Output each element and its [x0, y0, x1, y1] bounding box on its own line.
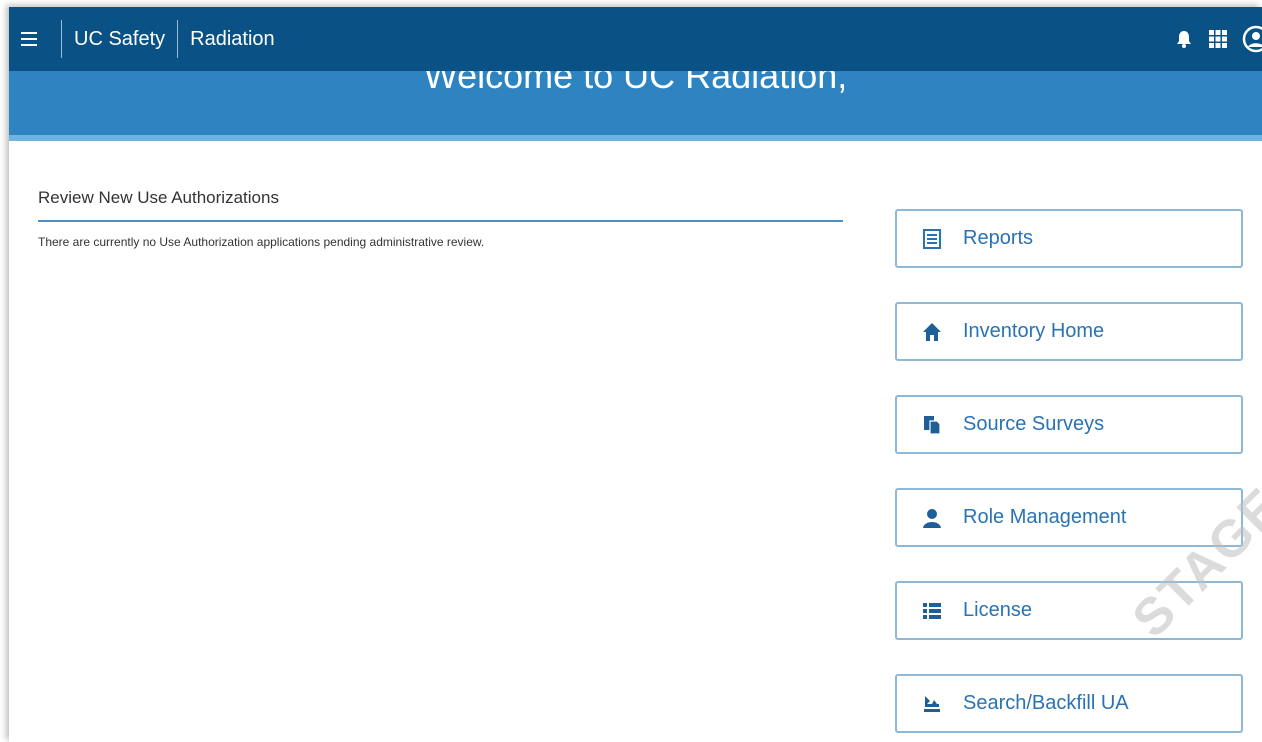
inventory-home-label: Inventory Home: [963, 320, 1105, 342]
review-heading: Review New Use Authorizations: [38, 188, 279, 207]
section-divider: [38, 220, 843, 222]
role-management-label: Role Management: [963, 506, 1127, 528]
user-account-icon[interactable]: [1242, 25, 1262, 53]
welcome-banner: Welcome to UC Radiation,: [9, 71, 1262, 141]
app-window: UC Safety Radiation Welcome to UC Radiat…: [9, 7, 1262, 742]
role-management-button[interactable]: Role Management: [895, 488, 1243, 547]
license-button[interactable]: License: [895, 581, 1243, 640]
menu-icon[interactable]: [9, 7, 49, 71]
flask-search-icon: [921, 693, 943, 715]
apps-grid-icon[interactable]: [1208, 29, 1228, 49]
top-nav-bar: UC Safety Radiation: [9, 7, 1262, 71]
reports-label: Reports: [963, 227, 1034, 249]
bell-icon[interactable]: [1174, 29, 1194, 49]
report-icon: [921, 228, 943, 250]
reports-button[interactable]: Reports: [895, 209, 1243, 268]
source-surveys-button[interactable]: Source Surveys: [895, 395, 1243, 454]
source-surveys-label: Source Surveys: [963, 413, 1105, 435]
brand-link[interactable]: UC Safety: [74, 28, 165, 51]
nav-divider: [61, 20, 62, 58]
module-title[interactable]: Radiation: [190, 28, 275, 51]
documents-icon: [921, 414, 943, 436]
review-empty-message: There are currently no Use Authorization…: [38, 235, 485, 249]
person-icon: [921, 507, 943, 529]
home-icon: [921, 321, 943, 343]
list-icon: [921, 600, 943, 622]
welcome-title: Welcome to UC Radiation,: [423, 71, 848, 96]
quick-links: Reports Inventory Home Source Surveys Ro…: [895, 209, 1243, 742]
inventory-home-button[interactable]: Inventory Home: [895, 302, 1243, 361]
license-label: License: [963, 599, 1032, 621]
search-backfill-ua-label: Search/Backfill UA: [963, 692, 1129, 714]
nav-divider: [177, 20, 179, 58]
top-icon-group: [1174, 7, 1262, 71]
search-backfill-ua-button[interactable]: Search/Backfill UA: [895, 674, 1243, 733]
